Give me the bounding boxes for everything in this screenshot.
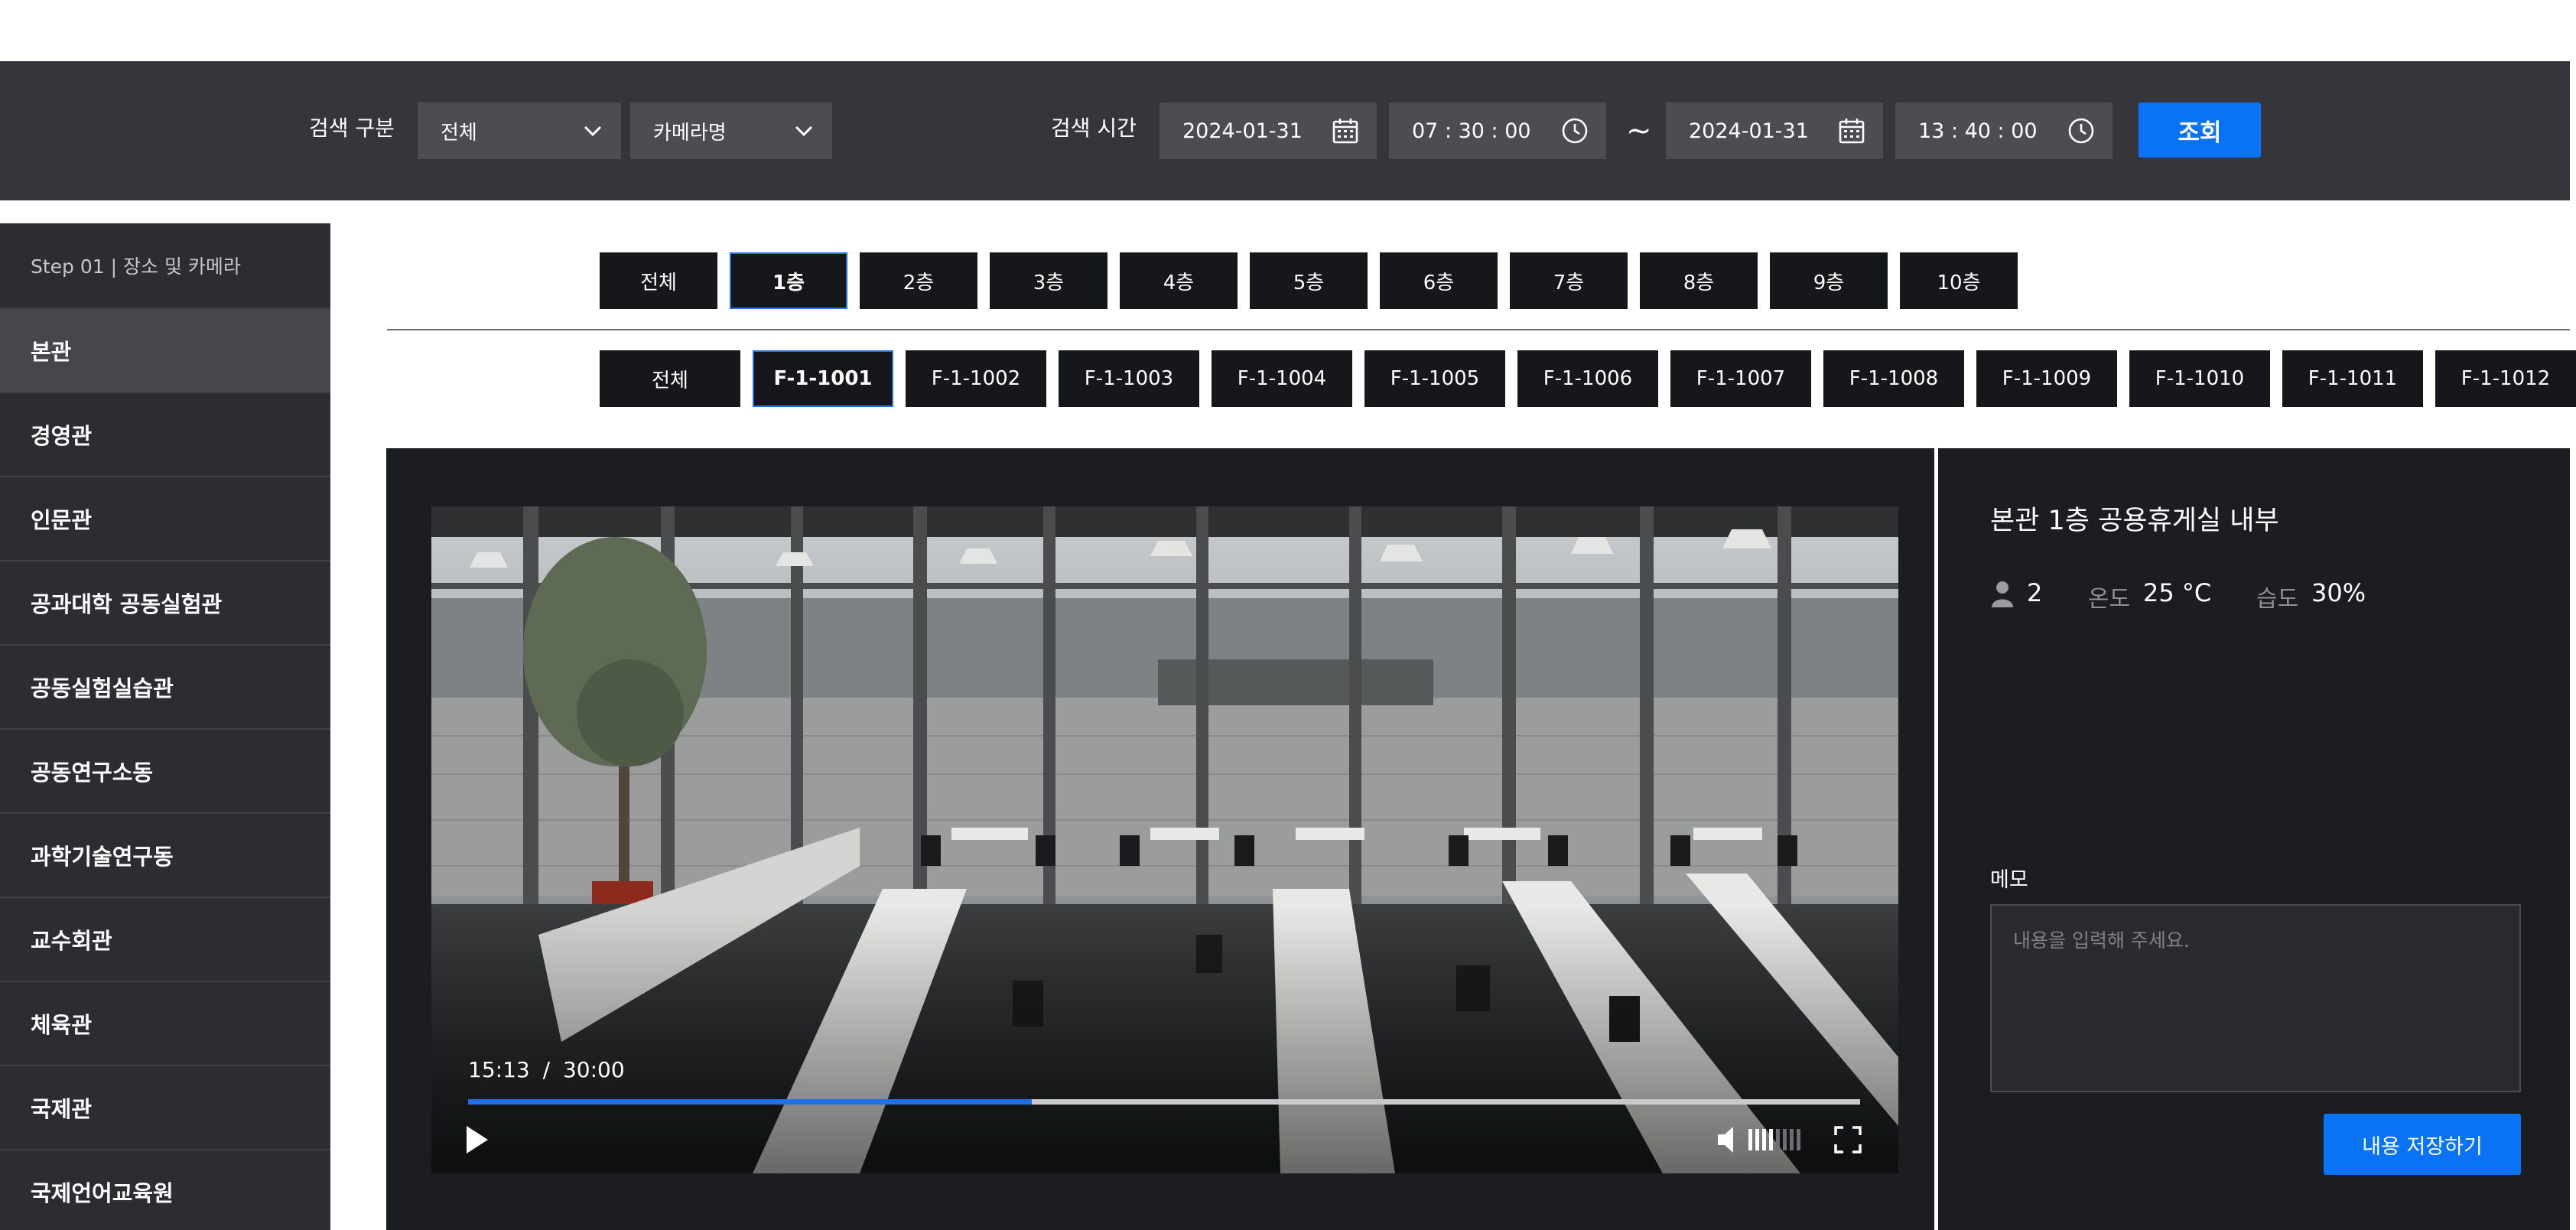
floor-tab[interactable]: 8층 <box>1640 252 1758 309</box>
floor-tab[interactable]: 전체 <box>600 252 717 309</box>
current-time: 15:13 <box>468 1057 530 1082</box>
floor-tab[interactable]: 9층 <box>1770 252 1888 309</box>
time-separator: / <box>542 1057 551 1082</box>
video-frame <box>431 506 1898 1173</box>
building-list: 본관 경영관 인문관 공과대학 공동실험관 공동실험실습관 공동연구소동 과학기술연구동 교수… <box>0 309 330 1230</box>
camera-tab[interactable]: F-1-1002 <box>906 350 1046 407</box>
floor-tab[interactable]: 2층 <box>860 252 977 309</box>
save-memo-button[interactable]: 내용 저장하기 <box>2324 1114 2521 1175</box>
start-date-value: 2024-01-31 <box>1182 119 1303 143</box>
sidebar-item[interactable]: 과학기술연구동 <box>0 814 330 898</box>
camera-tab[interactable]: F-1-1004 <box>1212 350 1352 407</box>
volume-bar <box>1783 1129 1787 1150</box>
people-count: 2 <box>2027 578 2043 607</box>
end-date-value: 2024-01-31 <box>1689 119 1809 143</box>
volume-bar <box>1797 1129 1800 1150</box>
clock-icon[interactable] <box>2067 116 2096 145</box>
camera-tab[interactable]: F-1-1006 <box>1517 350 1658 407</box>
floor-tab[interactable]: 4층 <box>1120 252 1238 309</box>
start-time-value: 07 : 30 : 00 <box>1412 119 1531 143</box>
camera-title: 본관 1층 공용휴게실 내부 <box>1990 506 2279 536</box>
category-select[interactable]: 전체 <box>418 102 621 159</box>
sidebar-item[interactable]: 경영관 <box>0 393 330 477</box>
calendar-icon[interactable] <box>1331 116 1360 145</box>
sidebar-item[interactable]: 교수회관 <box>0 898 330 982</box>
play-icon[interactable] <box>463 1124 490 1155</box>
camera-select-value: 카메라명 <box>653 121 727 145</box>
location-sidebar: Step 01 | 장소 및 카메라 본관 경영관 인문관 공과대학 공동실험관 공동실… <box>0 223 330 1230</box>
sidebar-item[interactable]: 공과대학 공동실험관 <box>0 561 330 646</box>
memo-input[interactable] <box>1990 904 2521 1092</box>
end-date-field[interactable]: 2024-01-31 <box>1666 102 1883 159</box>
temperature-label: 온도 <box>2088 586 2131 613</box>
query-button[interactable]: 조회 <box>2139 102 2261 158</box>
floor-tabs: 전체 1층 2층 3층 4층 5층 6층 7층 8층 9층 10층 <box>600 252 2018 309</box>
volume-bar <box>1748 1129 1752 1150</box>
sidebar-item[interactable]: 국제언어교육원 <box>0 1150 330 1230</box>
camera-tab[interactable]: F-1-1012 <box>2435 350 2576 407</box>
chevron-down-icon <box>795 125 813 137</box>
duration: 30:00 <box>562 1057 625 1082</box>
progress-bar[interactable] <box>468 1099 1860 1105</box>
sidebar-item[interactable]: 인문관 <box>0 477 330 561</box>
end-time-value: 13 : 40 : 00 <box>1918 119 2038 143</box>
floor-tab[interactable]: 7층 <box>1510 252 1628 309</box>
floor-tab[interactable]: 5층 <box>1250 252 1368 309</box>
humidity-value: 30% <box>2311 578 2366 607</box>
camera-select[interactable]: 카메라명 <box>630 102 832 159</box>
floor-tab[interactable]: 10층 <box>1900 252 2018 309</box>
camera-tab[interactable]: F-1-1003 <box>1059 350 1199 407</box>
person-icon <box>1992 581 2013 607</box>
floor-tab[interactable]: 1층 <box>730 252 847 309</box>
step-label: Step 01 | 장소 및 카메라 <box>0 223 330 309</box>
calendar-icon[interactable] <box>1837 116 1866 145</box>
volume-bar <box>1762 1129 1766 1150</box>
memo-label: 메모 <box>1990 868 2028 892</box>
volume-bar <box>1776 1129 1780 1150</box>
clock-icon[interactable] <box>1560 116 1589 145</box>
start-time-field[interactable]: 07 : 30 : 00 <box>1389 102 1606 159</box>
floor-tab[interactable]: 3층 <box>990 252 1107 309</box>
temperature-value: 25 °C <box>2143 578 2212 607</box>
volume-bar <box>1769 1129 1773 1150</box>
floor-tab[interactable]: 6층 <box>1380 252 1498 309</box>
sidebar-item[interactable]: 체육관 <box>0 982 330 1066</box>
volume-slider[interactable] <box>1748 1128 1807 1152</box>
progress-fill <box>468 1099 1033 1105</box>
sidebar-item[interactable]: 국제관 <box>0 1066 330 1150</box>
camera-tab[interactable]: F-1-1005 <box>1364 350 1505 407</box>
camera-tab[interactable]: F-1-1007 <box>1670 350 1811 407</box>
range-separator: ~ <box>1626 113 1652 148</box>
camera-tab[interactable]: F-1-1001 <box>753 350 893 407</box>
end-time-field[interactable]: 13 : 40 : 00 <box>1895 102 2113 159</box>
volume-bar <box>1790 1129 1794 1150</box>
tabs-divider <box>387 329 2570 330</box>
search-category-label: 검색 구분 <box>309 116 395 141</box>
humidity-label: 습도 <box>2256 586 2299 613</box>
sidebar-item[interactable]: 공동실험실습관 <box>0 646 330 730</box>
camera-tab[interactable]: F-1-1009 <box>1976 350 2117 407</box>
sidebar-item[interactable]: 본관 <box>0 309 330 393</box>
app-root: 검색 구분 전체 카메라명 검색 시간 2024-01-31 07 : 30 :… <box>0 0 2576 1230</box>
camera-tab[interactable]: F-1-1008 <box>1823 350 1964 407</box>
search-time-label: 검색 시간 <box>1051 116 1137 141</box>
chevron-down-icon <box>584 125 602 137</box>
fullscreen-icon[interactable] <box>1834 1126 1862 1154</box>
speaker-icon[interactable] <box>1716 1124 1744 1155</box>
camera-tab[interactable]: 전체 <box>600 350 740 407</box>
info-panel <box>1938 448 2570 1230</box>
timecode: 15:13 / 30:00 <box>468 1057 625 1082</box>
camera-tabs: 전체 F-1-1001 F-1-1002 F-1-1003 F-1-1004 F-1-10… <box>600 350 2576 407</box>
sidebar-item[interactable]: 공동연구소동 <box>0 730 330 814</box>
category-select-value: 전체 <box>441 121 477 145</box>
start-date-field[interactable]: 2024-01-31 <box>1160 102 1377 159</box>
camera-tab[interactable]: F-1-1011 <box>2282 350 2423 407</box>
camera-video[interactable] <box>431 506 1898 1173</box>
volume-bar <box>1755 1129 1759 1150</box>
camera-tab[interactable]: F-1-1010 <box>2129 350 2270 407</box>
